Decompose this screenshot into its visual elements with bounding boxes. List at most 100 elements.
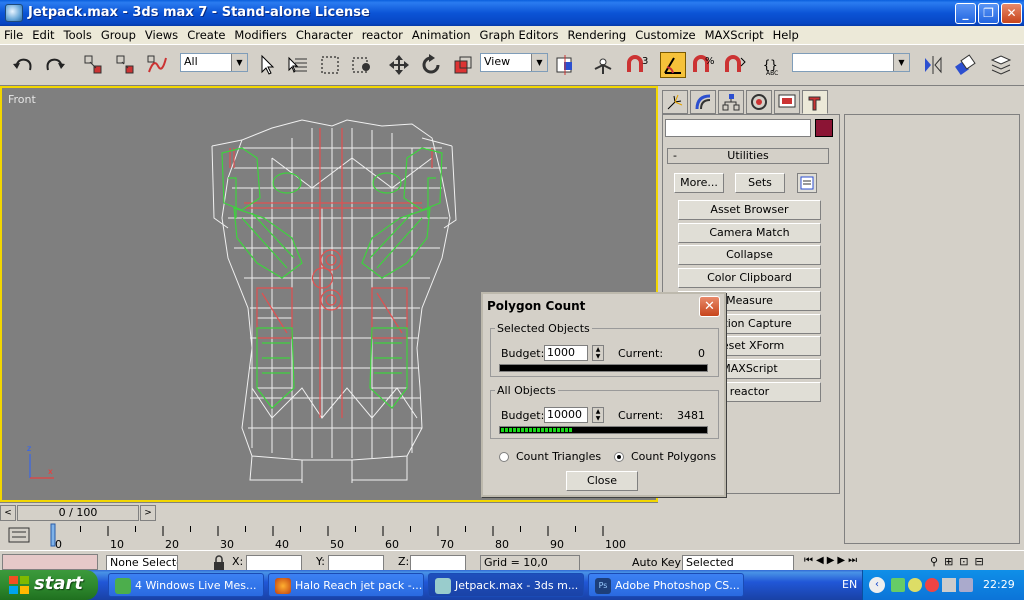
menu-graph-editors[interactable]: Graph Editors (480, 26, 559, 42)
named-selection-sets-dropdown[interactable]: ▼ (792, 53, 910, 72)
rectangular-selection-icon[interactable] (317, 52, 343, 78)
taskbar-item-windows-live-messenger[interactable]: 4 Windows Live Mes... (108, 573, 264, 597)
select-by-name-icon[interactable] (285, 52, 311, 78)
edit-named-selection-icon[interactable]: {} ABC (760, 52, 786, 78)
playback-controls[interactable]: ⏮◀▶▶⏭ (804, 555, 924, 571)
window-crossing-icon[interactable] (349, 52, 375, 78)
unlink-selection-icon[interactable] (112, 52, 138, 78)
snaps-toggle-icon[interactable]: 3 (626, 52, 652, 78)
menu-modifiers[interactable]: Modifiers (234, 26, 287, 42)
lock-selection-icon[interactable] (212, 555, 226, 571)
maximize-viewport-icon[interactable]: ⊟ (975, 555, 990, 568)
viewport-navigation-controls[interactable]: ⚲⊞⊡⊟ (930, 555, 1020, 571)
object-name-field[interactable] (665, 119, 811, 137)
selected-budget-spinner[interactable]: ▲ ▼ (592, 345, 604, 361)
menu-rendering[interactable]: Rendering (568, 26, 627, 42)
dialog-close-action-button[interactable]: Close (566, 471, 638, 491)
spinner-snap-toggle-icon[interactable] (724, 52, 750, 78)
layer-manager-icon[interactable] (988, 52, 1014, 78)
x-coord-field[interactable] (246, 555, 302, 571)
selected-budget-input[interactable]: 1000 (544, 345, 588, 361)
count-triangles-radio[interactable] (499, 452, 509, 462)
color-clipboard-button[interactable]: Color Clipboard (678, 268, 821, 288)
3dsmax-app-icon[interactable] (5, 4, 23, 22)
key-mode-dropdown[interactable]: Selected (682, 555, 794, 571)
select-object-icon[interactable] (254, 52, 280, 78)
select-and-manipulate-icon[interactable] (590, 52, 616, 78)
undo-icon[interactable] (10, 52, 36, 78)
all-budget-input[interactable]: 10000 (544, 407, 588, 423)
taskbar-item-3dsmax[interactable]: Jetpack.max - 3ds m... (428, 573, 584, 597)
time-slider-next-icon[interactable]: > (140, 505, 156, 521)
menu-maxscript[interactable]: MAXScript (705, 26, 764, 42)
z-coord-field[interactable] (410, 555, 466, 571)
language-indicator[interactable]: EN (842, 578, 857, 591)
menu-customize[interactable]: Customize (635, 26, 695, 42)
dialog-title-bar[interactable]: Polygon Count ✕ (483, 294, 724, 318)
time-slider[interactable]: < 0 / 100 > (0, 502, 658, 522)
select-and-rotate-icon[interactable] (418, 52, 444, 78)
volume-icon[interactable] (908, 578, 922, 592)
all-budget-spinner[interactable]: ▲ ▼ (592, 407, 604, 423)
display-icon[interactable] (942, 578, 956, 592)
select-and-move-icon[interactable] (386, 52, 412, 78)
utilities-tab-icon[interactable] (802, 90, 828, 114)
play-icon[interactable]: ▶ (827, 555, 838, 566)
create-tab-icon[interactable] (662, 90, 688, 114)
zoom-icon[interactable]: ⚲ (930, 555, 944, 568)
configure-button-sets-icon[interactable] (797, 173, 817, 193)
maxscript-listener-mini[interactable] (2, 554, 98, 570)
menu-views[interactable]: Views (145, 26, 178, 42)
menu-create[interactable]: Create (187, 26, 225, 42)
show-hidden-icons-icon[interactable]: ‹ (869, 577, 885, 593)
time-slider-thumb[interactable]: 0 / 100 (17, 505, 139, 521)
asset-browser-button[interactable]: Asset Browser (678, 200, 821, 220)
count-polygons-radio[interactable] (614, 452, 624, 462)
start-button[interactable]: start (0, 570, 98, 600)
open-mini-curve-editor-icon[interactable] (8, 526, 32, 544)
y-coord-field[interactable] (328, 555, 384, 571)
menu-reactor[interactable]: reactor (362, 26, 403, 42)
antivirus-icon[interactable] (925, 578, 939, 592)
mirror-icon[interactable] (920, 52, 946, 78)
tray-icons[interactable] (891, 578, 973, 595)
dialog-close-button[interactable]: ✕ (699, 296, 720, 317)
zoom-all-icon[interactable]: ⊞ (944, 555, 959, 568)
go-to-start-icon[interactable]: ⏮ (804, 555, 816, 566)
percent-snap-toggle-icon[interactable]: % (692, 52, 718, 78)
utilities-rollout-header[interactable]: - Utilities (667, 148, 829, 164)
close-button[interactable]: ✕ (1001, 3, 1022, 24)
motion-tab-icon[interactable] (746, 90, 772, 114)
maximize-button[interactable]: ❐ (978, 3, 999, 24)
modify-tab-icon[interactable] (690, 90, 716, 114)
select-and-link-icon[interactable] (80, 52, 106, 78)
object-color-swatch[interactable] (815, 119, 833, 137)
display-tab-icon[interactable] (774, 90, 800, 114)
reference-coordinate-dropdown[interactable]: View ▼ (480, 53, 548, 72)
menu-edit[interactable]: Edit (32, 26, 54, 42)
camera-match-button[interactable]: Camera Match (678, 223, 821, 243)
align-icon[interactable] (952, 52, 978, 78)
angle-snap-toggle-icon[interactable] (660, 52, 686, 78)
network-icon[interactable] (891, 578, 905, 592)
safely-remove-icon[interactable] (959, 578, 973, 592)
more-button[interactable]: More... (674, 173, 724, 193)
zoom-extents-icon[interactable]: ⊡ (959, 555, 974, 568)
selection-filter-dropdown[interactable]: All ▼ (180, 53, 248, 72)
redo-icon[interactable] (42, 52, 68, 78)
auto-key-button[interactable]: Auto Key (632, 556, 681, 569)
go-to-end-icon[interactable]: ⏭ (848, 555, 860, 566)
minimize-button[interactable]: _ (955, 3, 976, 24)
menu-group[interactable]: Group (101, 26, 136, 42)
previous-frame-icon[interactable]: ◀ (816, 555, 827, 566)
next-frame-icon[interactable]: ▶ (837, 555, 848, 566)
taskbar-item-firefox[interactable]: Halo Reach jet pack -... (268, 573, 424, 597)
menu-file[interactable]: File (4, 26, 23, 42)
menu-animation[interactable]: Animation (412, 26, 471, 42)
taskbar-item-photoshop[interactable]: Ps Adobe Photoshop CS... (588, 573, 744, 597)
use-pivot-center-icon[interactable] (552, 52, 578, 78)
menu-help[interactable]: Help (773, 26, 799, 42)
collapse-button[interactable]: Collapse (678, 245, 821, 265)
track-bar[interactable]: 0 10 20 30 40 50 60 70 80 90 100 (0, 522, 658, 550)
time-slider-prev-icon[interactable]: < (0, 505, 16, 521)
